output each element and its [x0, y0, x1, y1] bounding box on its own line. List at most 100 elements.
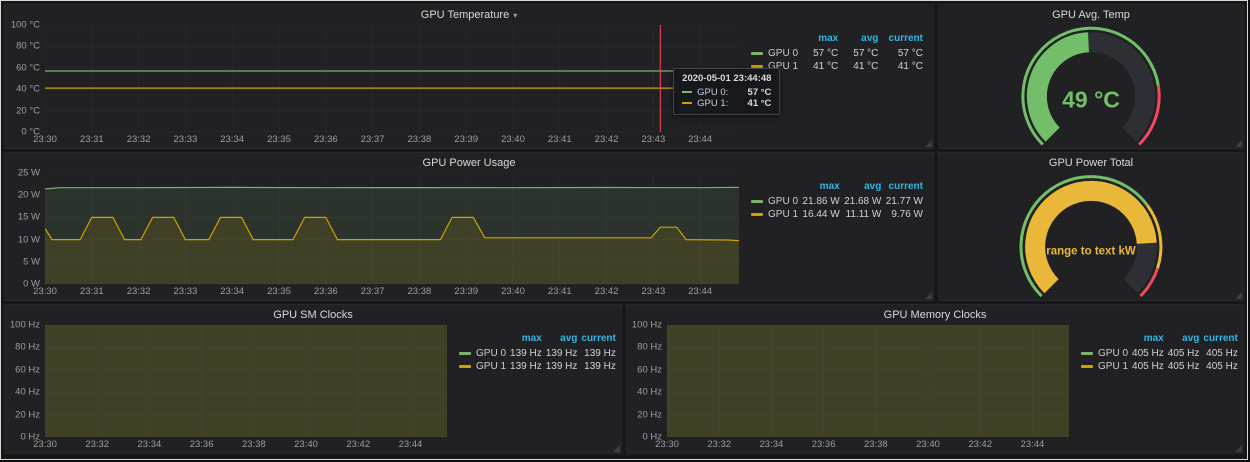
x-axis-label: 23:32 — [127, 134, 151, 145]
legend-value: 139 Hz — [544, 360, 580, 373]
panel-title-text: GPU SM Clocks — [273, 309, 352, 321]
legend-header-avg[interactable]: avg — [544, 333, 580, 347]
legend-header-current[interactable]: current — [880, 33, 925, 47]
panel-title-gpu-memory-clocks[interactable]: GPU Memory Clocks — [627, 305, 1243, 325]
x-axis-label: 23:44 — [688, 286, 712, 297]
y-axis-label: 25 W — [18, 168, 40, 179]
plot-area[interactable] — [667, 325, 1069, 437]
x-axis-label: 23:32 — [127, 286, 151, 297]
legend-value: 405 Hz — [1201, 360, 1239, 373]
x-axis-label: 23:44 — [688, 134, 712, 145]
legend-series-gpu-1[interactable]: GPU 1 — [1079, 360, 1130, 373]
x-axis-label: 23:40 — [916, 439, 940, 450]
legend-value: 139 Hz — [544, 347, 580, 360]
legend-table: maxavgcurrentGPU 021.86 W21.68 W21.77 WG… — [749, 181, 925, 221]
gpu-avg-temp-gauge: 49 °C — [939, 25, 1243, 148]
legend-header-max[interactable]: max — [508, 333, 544, 347]
x-axis-label: 23:37 — [361, 286, 385, 297]
legend-value: 139 Hz — [508, 347, 544, 360]
plot-area[interactable] — [45, 325, 447, 437]
panel-title-text: GPU Temperature — [421, 9, 509, 21]
y-axis-label: 80 Hz — [637, 342, 662, 353]
legend-header-max[interactable]: max — [1130, 333, 1166, 347]
x-axis-label: 23:30 — [33, 286, 57, 297]
legend-row: GPU 0405 Hz405 Hz405 Hz — [1079, 347, 1240, 360]
x-axis-label: 23:33 — [174, 286, 198, 297]
x-axis-label: 23:38 — [242, 439, 266, 450]
panel-gpu-power-total: GPU Power Total range to text kW — [938, 152, 1244, 301]
panel-resize-handle[interactable] — [925, 292, 932, 299]
panel-title-gpu-power-total[interactable]: GPU Power Total — [939, 153, 1243, 173]
series-fill-gpu-1 — [45, 325, 447, 437]
gauge-canvas: range to text kW — [939, 173, 1243, 300]
gpu-power-usage-chart[interactable]: 25 W20 W15 W10 W5 W0 W23:3023:3123:3223:… — [9, 173, 739, 298]
panel-menu-caret-icon[interactable]: ▾ — [513, 11, 517, 20]
y-axis-label: 5 W — [23, 256, 40, 267]
panel-resize-handle[interactable] — [1235, 445, 1242, 452]
legend-header-avg[interactable]: avg — [840, 33, 880, 47]
panel-title-gpu-power-usage[interactable]: GPU Power Usage — [5, 153, 933, 173]
legend-series-gpu-0[interactable]: GPU 0 — [749, 47, 800, 60]
chart-canvas — [45, 173, 739, 284]
gpu-memory-clocks-chart[interactable]: 100 Hz80 Hz60 Hz40 Hz20 Hz0 Hz23:3023:32… — [631, 325, 1069, 451]
gpu-sm-clocks-legend: maxavgcurrentGPU 0139 Hz139 Hz139 HzGPU … — [447, 325, 619, 451]
y-axis-label: 100 Hz — [10, 320, 40, 331]
x-axis: 23:3023:3123:3223:3323:3423:3523:3623:37… — [45, 132, 739, 146]
x-axis-label: 23:30 — [655, 439, 679, 450]
x-axis-label: 23:31 — [80, 134, 104, 145]
dashboard-row-1: GPU Temperature ▾ 100 °C80 °C60 °C40 °C2… — [4, 4, 1244, 149]
x-axis-label: 23:36 — [314, 134, 338, 145]
y-axis-label: 15 W — [18, 212, 40, 223]
legend-series-gpu-0[interactable]: GPU 0 — [749, 195, 800, 208]
legend-series-gpu-0[interactable]: GPU 0 — [457, 347, 508, 360]
legend-value: 41 °C — [880, 60, 925, 73]
panel-resize-handle[interactable] — [1235, 140, 1242, 147]
legend-header-current[interactable]: current — [1201, 333, 1239, 347]
gpu-temperature-chart[interactable]: 100 °C80 °C60 °C40 °C20 °C0 °C23:3023:31… — [9, 25, 739, 146]
x-axis-label: 23:36 — [812, 439, 836, 450]
dashboard-row-2: GPU Power Usage 25 W20 W15 W10 W5 W0 W23… — [4, 152, 1244, 301]
panel-resize-handle[interactable] — [1235, 292, 1242, 299]
tooltip-series-dash-icon — [682, 91, 692, 93]
panel-gpu-temperature: GPU Temperature ▾ 100 °C80 °C60 °C40 °C2… — [4, 4, 934, 149]
chart-canvas — [667, 325, 1069, 437]
gpu-sm-clocks-chart[interactable]: 100 Hz80 Hz60 Hz40 Hz20 Hz0 Hz23:3023:32… — [9, 325, 447, 451]
panel-title-gpu-temperature[interactable]: GPU Temperature ▾ — [5, 5, 933, 25]
panel-title-gpu-avg-temp[interactable]: GPU Avg. Temp — [939, 5, 1243, 25]
legend-header-current[interactable]: current — [883, 181, 925, 195]
legend-value: 139 Hz — [508, 360, 544, 373]
panel-resize-handle[interactable] — [613, 445, 620, 452]
panel-title-text: GPU Power Usage — [423, 157, 516, 169]
panel-resize-handle[interactable] — [925, 140, 932, 147]
panel-body: 100 Hz80 Hz60 Hz40 Hz20 Hz0 Hz23:3023:32… — [627, 325, 1243, 453]
plot-area[interactable] — [45, 173, 739, 284]
y-axis: 100 Hz80 Hz60 Hz40 Hz20 Hz0 Hz — [631, 325, 667, 437]
y-axis-label: 60 °C — [16, 62, 40, 73]
x-axis-label: 23:34 — [138, 439, 162, 450]
gauge-canvas: 49 °C — [939, 25, 1243, 148]
x-axis-label: 23:33 — [174, 134, 198, 145]
legend-value: 405 Hz — [1130, 347, 1166, 360]
panel-gpu-power-usage: GPU Power Usage 25 W20 W15 W10 W5 W0 W23… — [4, 152, 934, 301]
y-axis-label: 80 °C — [16, 41, 40, 52]
legend-header-current[interactable]: current — [579, 333, 617, 347]
x-axis-label: 23:36 — [190, 439, 214, 450]
panel-title-gpu-sm-clocks[interactable]: GPU SM Clocks — [5, 305, 621, 325]
legend-header-spacer — [457, 333, 508, 347]
y-axis: 100 °C80 °C60 °C40 °C20 °C0 °C — [9, 25, 45, 132]
tooltip-series-value: 41 °C — [748, 98, 772, 109]
legend-header-max[interactable]: max — [800, 33, 840, 47]
legend-header-avg[interactable]: avg — [1166, 333, 1202, 347]
x-axis-label: 23:43 — [641, 134, 665, 145]
legend-series-gpu-0[interactable]: GPU 0 — [1079, 347, 1130, 360]
legend-series-gpu-1[interactable]: GPU 1 — [457, 360, 508, 373]
legend-row: GPU 1405 Hz405 Hz405 Hz — [1079, 360, 1240, 373]
legend-series-gpu-1[interactable]: GPU 1 — [749, 208, 800, 221]
legend-header-max[interactable]: max — [800, 181, 842, 195]
legend-header-avg[interactable]: avg — [842, 181, 884, 195]
legend-value: 41 °C — [800, 60, 840, 73]
tooltip-row: GPU 0:57 °C — [682, 87, 771, 98]
plot-area[interactable] — [45, 25, 739, 132]
legend-table: maxavgcurrentGPU 0405 Hz405 Hz405 HzGPU … — [1079, 333, 1240, 373]
legend-row: GPU 021.86 W21.68 W21.77 W — [749, 195, 925, 208]
